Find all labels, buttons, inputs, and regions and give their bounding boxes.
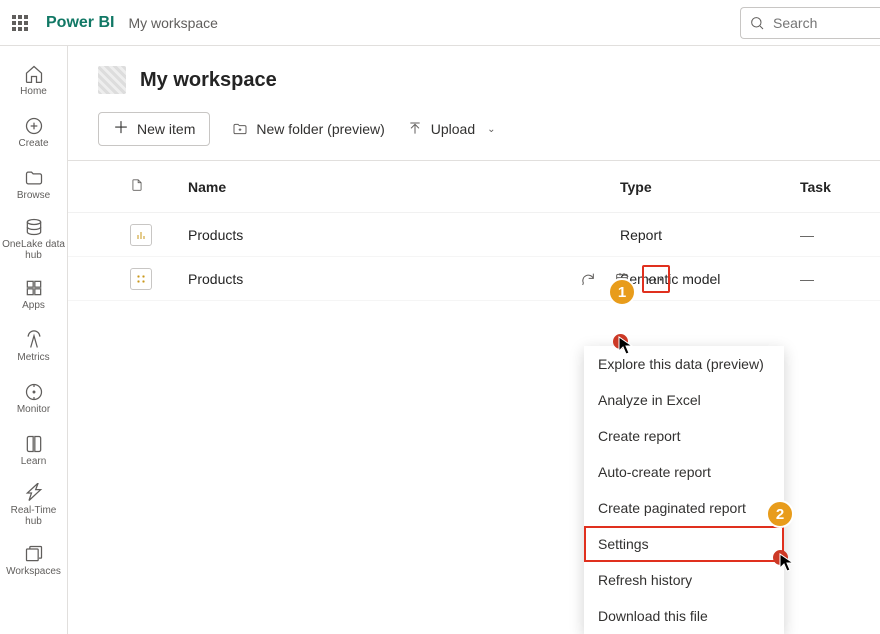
nav-home[interactable]: Home — [0, 54, 67, 106]
upload-icon — [407, 121, 423, 137]
search-box[interactable] — [740, 7, 880, 39]
metrics-icon — [24, 330, 44, 350]
search-input[interactable] — [773, 15, 853, 31]
ellipsis-icon: ··· — [648, 271, 665, 287]
new-item-button[interactable]: ＋ New item — [98, 112, 210, 146]
breadcrumb[interactable]: My workspace — [128, 15, 217, 31]
cursor-pointer-2 — [779, 553, 795, 576]
col-header-task[interactable]: Task — [800, 179, 880, 195]
col-header-icon — [130, 177, 188, 196]
search-icon — [749, 15, 765, 31]
annotation-step-1: 1 — [608, 278, 636, 306]
monitor-icon — [24, 382, 44, 402]
workspace-avatar — [98, 66, 126, 94]
ctx-refresh-history[interactable]: Refresh history — [584, 562, 784, 598]
apps-icon — [24, 278, 44, 298]
folder-plus-icon — [232, 121, 248, 137]
app-launcher-icon[interactable] — [12, 15, 28, 31]
left-nav-rail: Home Create Browse OneLake data hub Apps… — [0, 46, 68, 634]
semantic-model-icon — [130, 268, 152, 290]
ctx-create-report[interactable]: Create report — [584, 418, 784, 454]
item-task: — — [800, 271, 880, 287]
file-icon — [130, 177, 144, 193]
onelake-icon — [24, 217, 44, 237]
nav-realtime[interactable]: Real-Time hub — [0, 476, 67, 534]
item-name[interactable]: Products — [188, 227, 620, 243]
ctx-create-paginated[interactable]: Create paginated report — [584, 490, 784, 526]
refresh-button[interactable] — [574, 265, 602, 293]
brand-label: Power BI — [46, 14, 114, 32]
more-options-button[interactable]: ··· — [642, 265, 670, 293]
report-icon — [130, 224, 152, 246]
ctx-settings[interactable]: Settings — [584, 526, 784, 562]
nav-learn[interactable]: Learn — [0, 424, 67, 476]
create-icon — [24, 116, 44, 136]
nav-onelake[interactable]: OneLake data hub — [0, 210, 67, 268]
table-row[interactable]: Products Semantic model — ··· — [68, 257, 880, 301]
new-folder-button[interactable]: New folder (preview) — [232, 121, 384, 137]
page-title: My workspace — [140, 69, 277, 92]
nav-create[interactable]: Create — [0, 106, 67, 158]
nav-monitor[interactable]: Monitor — [0, 372, 67, 424]
browse-icon — [24, 168, 44, 188]
ctx-explore-data[interactable]: Explore this data (preview) — [584, 346, 784, 382]
workspaces-icon — [24, 544, 44, 564]
ctx-analyze-excel[interactable]: Analyze in Excel — [584, 382, 784, 418]
col-header-name[interactable]: Name — [188, 179, 620, 195]
home-icon — [24, 64, 44, 84]
item-type: Report — [620, 227, 800, 243]
workspace-header: My workspace — [68, 46, 880, 112]
col-header-type[interactable]: Type — [620, 179, 800, 195]
topbar: Power BI My workspace — [0, 0, 880, 46]
table-header: Name Type Task — [68, 161, 880, 213]
workspace-toolbar: ＋ New item New folder (preview) Upload ⌄ — [68, 112, 880, 161]
ctx-download-file[interactable]: Download this file — [584, 598, 784, 634]
cursor-pointer-1 — [618, 336, 634, 359]
refresh-icon — [580, 271, 596, 287]
context-menu: Explore this data (preview) Analyze in E… — [584, 346, 784, 634]
nav-metrics[interactable]: Metrics — [0, 320, 67, 372]
item-task: — — [800, 227, 880, 243]
table-row[interactable]: Products Report — — [68, 213, 880, 257]
nav-workspaces[interactable]: Workspaces — [0, 534, 67, 586]
realtime-icon — [24, 483, 44, 503]
ctx-auto-create-report[interactable]: Auto-create report — [584, 454, 784, 490]
item-name[interactable]: Products — [188, 271, 620, 287]
upload-button[interactable]: Upload ⌄ — [407, 121, 496, 137]
nav-apps[interactable]: Apps — [0, 268, 67, 320]
chevron-down-icon: ⌄ — [487, 124, 495, 135]
learn-icon — [24, 434, 44, 454]
nav-browse[interactable]: Browse — [0, 158, 67, 210]
plus-icon: ＋ — [113, 121, 129, 137]
annotation-step-2: 2 — [766, 500, 794, 528]
